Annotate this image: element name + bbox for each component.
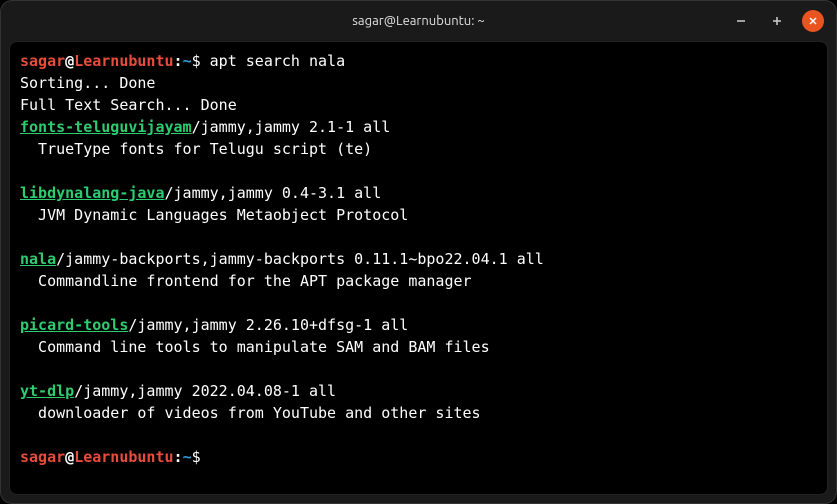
package-desc: JVM Dynamic Languages Metaobject Protoco… [20,206,408,224]
output-sorting: Sorting... Done [20,74,155,92]
titlebar: sagar@Learnubuntu: ~ [1,1,836,41]
package-info: /jammy-backports,jammy-backports 0.11.1~… [56,250,544,268]
package-name: yt-dlp [20,382,74,400]
window-controls [730,10,824,32]
output-fulltext: Full Text Search... Done [20,96,237,114]
terminal-window: sagar@Learnubuntu: ~ sagar@Learnubuntu:~… [0,0,837,504]
minimize-icon [736,16,746,26]
package-info: /jammy,jammy 2.1-1 all [192,118,391,136]
terminal-content: sagar@Learnubuntu:~$ apt search nala Sor… [20,50,817,468]
terminal-body[interactable]: sagar@Learnubuntu:~$ apt search nala Sor… [9,41,828,495]
maximize-icon [772,16,782,26]
package-info: /jammy,jammy 2022.04.08-1 all [74,382,336,400]
package-desc: downloader of videos from YouTube and ot… [20,404,481,422]
prompt-at: @ [65,448,74,466]
prompt-at: @ [65,52,74,70]
prompt-dollar: $ [192,448,201,466]
maximize-button[interactable] [766,10,788,32]
minimize-button[interactable] [730,10,752,32]
prompt-user: sagar [20,52,65,70]
prompt-colon: : [174,52,183,70]
command-text: apt search nala [201,52,346,70]
package-info: /jammy,jammy 2.26.10+dfsg-1 all [128,316,408,334]
window-title: sagar@Learnubuntu: ~ [352,14,484,28]
package-desc: Command line tools to manipulate SAM and… [20,338,490,356]
prompt-host: Learnubuntu [74,52,173,70]
package-name: fonts-teluguvijayam [20,118,192,136]
close-icon [808,16,818,26]
prompt-path: ~ [183,448,192,466]
package-desc: Commandline frontend for the APT package… [20,272,472,290]
prompt-host: Learnubuntu [74,448,173,466]
close-button[interactable] [802,10,824,32]
package-name: picard-tools [20,316,128,334]
package-desc: TrueType fonts for Telugu script (te) [20,140,372,158]
prompt-user: sagar [20,448,65,466]
prompt-path: ~ [183,52,192,70]
package-name: nala [20,250,56,268]
prompt-colon: : [174,448,183,466]
package-info: /jammy,jammy 0.4-3.1 all [165,184,382,202]
package-name: libdynalang-java [20,184,165,202]
prompt-dollar: $ [192,52,201,70]
